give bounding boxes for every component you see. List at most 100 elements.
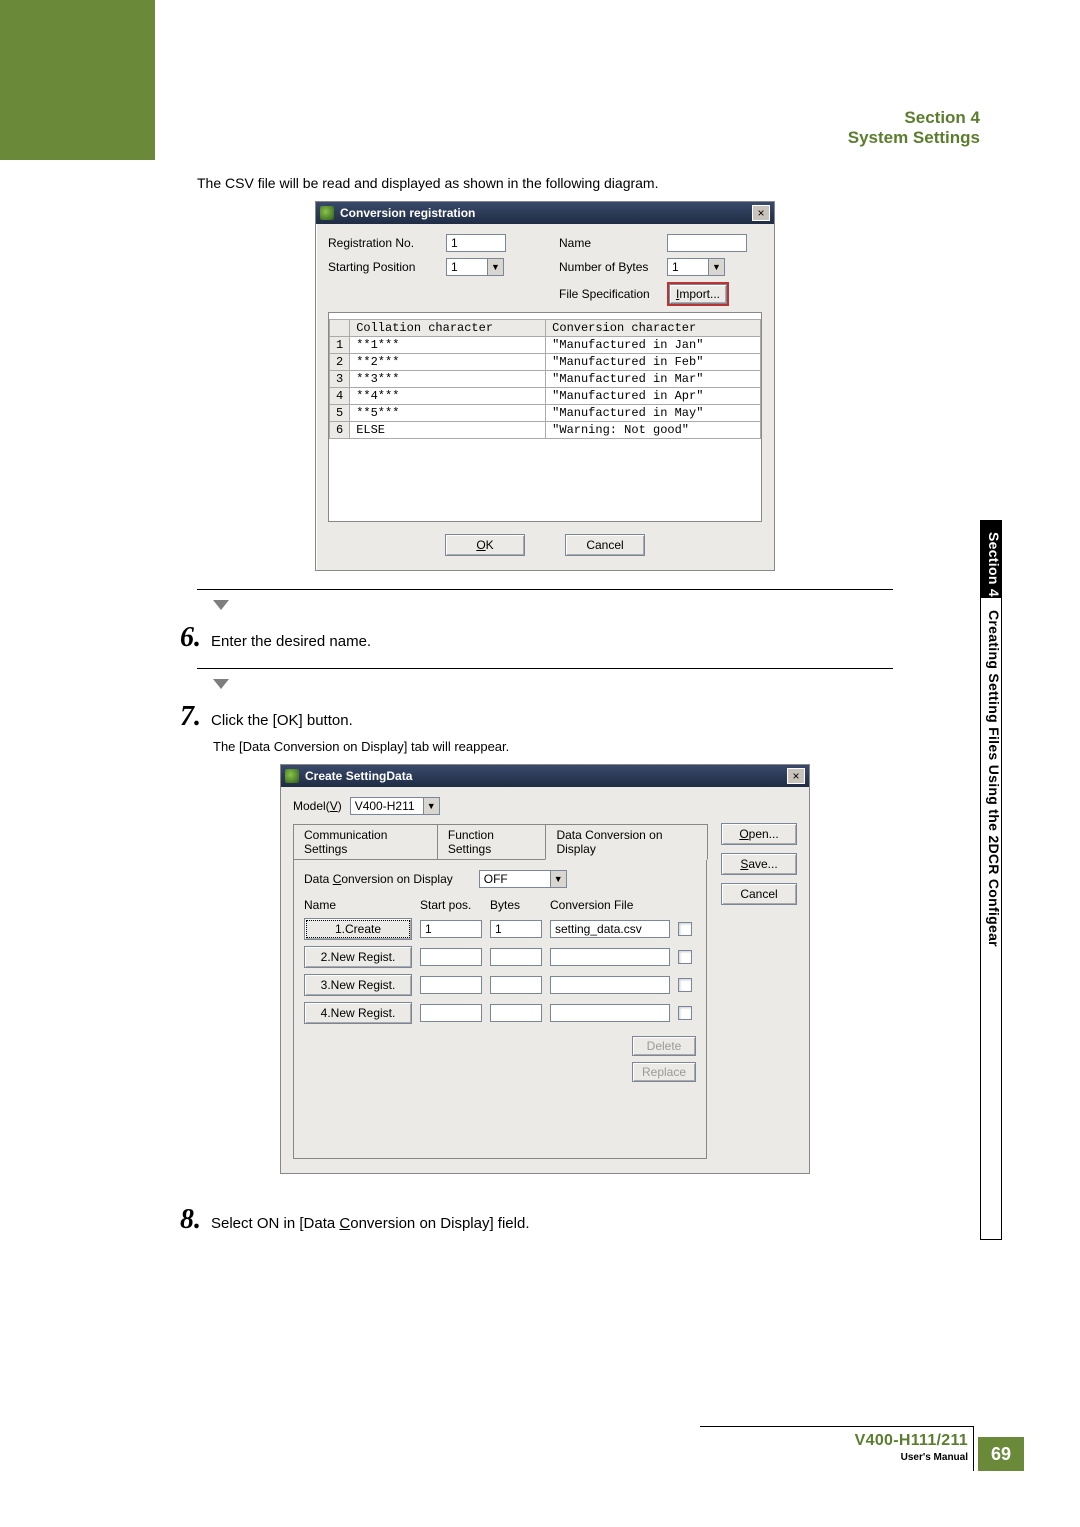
footer: V400-H111/211 User's Manual [855,1432,968,1463]
row-index: 4 [330,388,350,405]
separator [197,668,893,669]
step7-text: Click the [OK] button. [211,712,353,729]
name-input[interactable] [667,234,747,252]
replace-button[interactable]: Replace [632,1062,696,1082]
row-file-input[interactable] [550,920,670,938]
model-value: V400-H211 [351,799,423,813]
hdr-start: Start pos. [420,898,482,912]
row-index: 2 [330,354,350,371]
row-bytes-input[interactable] [490,920,542,938]
row-start-input[interactable] [420,1004,482,1022]
col-collation-header: Collation character [350,320,546,337]
start-pos-value: 1 [447,260,487,274]
row-bytes-input[interactable] [490,976,542,994]
row-file-input[interactable] [550,948,670,966]
footer-model: V400-H111/211 [855,1432,968,1450]
step8-number: 8. [175,1204,201,1236]
row-start-input[interactable] [420,920,482,938]
table-row[interactable]: 3 **3*** "Manufactured in Mar" [330,371,761,388]
cancel-button-2[interactable]: Cancel [721,883,797,905]
list-item: 2.New Regist. [304,946,696,968]
row-conversion: "Manufactured in May" [546,405,761,422]
ok-button[interactable]: OK [445,534,525,556]
name-label: Name [559,236,659,250]
chevron-down-icon: ▼ [708,259,724,275]
row-index: 3 [330,371,350,388]
reg-no-input[interactable] [446,234,506,252]
separator [197,589,893,590]
dc-label: Data Conversion on Display [304,872,453,886]
hdr-name: Name [304,898,412,912]
row-name-button[interactable]: 4.New Regist. [304,1002,412,1024]
dialog1-titlebar: Conversion registration × [316,202,774,224]
col-idx-header [330,320,350,337]
step7-number: 7. [175,701,201,733]
row-index: 1 [330,337,350,354]
triangle-down-icon [213,600,229,610]
row-conversion: "Manufactured in Apr" [546,388,761,405]
tab-function-settings[interactable]: Function Settings [437,824,547,860]
row-collation: ELSE [350,422,546,439]
import-highlight: IImport...mport... [667,282,729,306]
row-name-button[interactable]: 3.New Regist. [304,974,412,996]
bytes-value: 1 [668,260,708,274]
row-start-input[interactable] [420,948,482,966]
row-checkbox[interactable] [678,950,692,964]
row-checkbox[interactable] [678,1006,692,1020]
triangle-down-icon [213,679,229,689]
delete-button[interactable]: Delete [632,1036,696,1056]
close-icon[interactable]: × [787,768,805,784]
list-item: 3.New Regist. [304,974,696,996]
dialog1-title: Conversion registration [340,206,752,220]
chevron-down-icon: ▼ [423,798,439,814]
row-file-input[interactable] [550,976,670,994]
tab-panel: Data Conversion on Display OFF ▼ Name St… [293,859,707,1159]
row-collation: **1*** [350,337,546,354]
table-row[interactable]: 6 ELSE "Warning: Not good" [330,422,761,439]
dialog2-title: Create SettingData [305,769,787,783]
start-pos-select[interactable]: 1 ▼ [446,258,504,276]
tab-communication-settings[interactable]: Communication Settings [293,824,438,860]
row-checkbox[interactable] [678,922,692,936]
hdr-file: Conversion File [550,898,670,912]
conversion-table-wrap: Collation character Conversion character… [328,312,762,522]
side-text-chapter: Creating Setting Files Using the 2DCR Co… [980,610,1002,947]
dc-select[interactable]: OFF ▼ [479,870,567,888]
row-name-button[interactable]: 1.Create [304,918,412,940]
model-select[interactable]: V400-H211 ▼ [350,797,440,815]
side-text-section: Section 4 [980,526,1002,604]
row-start-input[interactable] [420,976,482,994]
row-name-button[interactable]: 2.New Regist. [304,946,412,968]
open-button[interactable]: Open... [721,823,797,845]
table-row[interactable]: 4 **4*** "Manufactured in Apr" [330,388,761,405]
import-button[interactable]: IImport...mport... [669,284,727,304]
start-pos-label: Starting Position [328,260,438,274]
footer-rule [700,1426,974,1427]
row-index: 5 [330,405,350,422]
row-conversion: "Manufactured in Feb" [546,354,761,371]
step8-text: Select ON in [Data Conversion on Display… [211,1215,530,1232]
hdr-bytes: Bytes [490,898,542,912]
row-bytes-input[interactable] [490,1004,542,1022]
file-spec-label: File Specification [559,287,659,301]
col-conversion-header: Conversion character [546,320,761,337]
row-conversion: "Warning: Not good" [546,422,761,439]
row-bytes-input[interactable] [490,948,542,966]
row-file-input[interactable] [550,1004,670,1022]
chevron-down-icon: ▼ [487,259,503,275]
row-collation: **2*** [350,354,546,371]
header-section: Section 4 [848,108,980,128]
row-collation: **5*** [350,405,546,422]
cancel-button[interactable]: Cancel [565,534,645,556]
ok-label: O [476,538,485,552]
save-button[interactable]: Save... [721,853,797,875]
conversion-table: Collation character Conversion character… [329,319,761,439]
table-row[interactable]: 2 **2*** "Manufactured in Feb" [330,354,761,371]
table-row[interactable]: 1 **1*** "Manufactured in Jan" [330,337,761,354]
columns-header: Name Start pos. Bytes Conversion File [304,898,696,912]
close-icon[interactable]: × [752,205,770,221]
tab-data-conversion[interactable]: Data Conversion on Display [545,824,708,860]
bytes-select[interactable]: 1 ▼ [667,258,725,276]
row-checkbox[interactable] [678,978,692,992]
table-row[interactable]: 5 **5*** "Manufactured in May" [330,405,761,422]
